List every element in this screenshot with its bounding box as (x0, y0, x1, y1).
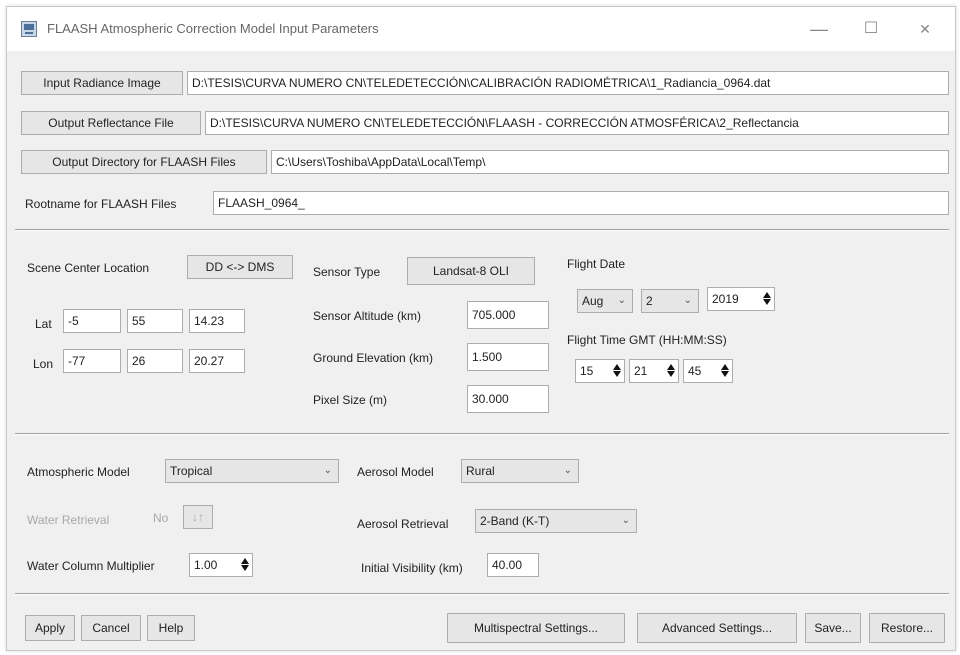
sensor-altitude-field[interactable]: 705.000 (467, 301, 549, 329)
app-icon (21, 21, 37, 37)
title-bar[interactable]: FLAASH Atmospheric Correction Model Inpu… (7, 7, 955, 51)
output-reflectance-field[interactable]: D:\TESIS\CURVA NUMERO CN\TELEDETECCIÓN\F… (205, 111, 949, 135)
ground-elevation-field[interactable]: 1.500 (467, 343, 549, 371)
sensor-type-button[interactable]: Landsat-8 OLI (407, 257, 535, 285)
restore-button[interactable]: Restore... (869, 613, 945, 643)
rootname-field[interactable]: FLAASH_0964_ (213, 191, 949, 215)
flight-month-value: Aug (582, 294, 604, 308)
lon-seconds[interactable]: 20.27 (189, 349, 245, 373)
aerosol-retrieval-label: Aerosol Retrieval (357, 517, 449, 531)
flight-second-spinner[interactable]: 45 (683, 359, 733, 383)
flight-hour-value: 15 (580, 364, 594, 378)
lat-label: Lat (35, 317, 52, 331)
multispectral-settings-button[interactable]: Multispectral Settings... (447, 613, 625, 643)
flight-day-value: 2 (646, 294, 653, 308)
flight-day-select[interactable]: 2 ⌄ (641, 289, 699, 313)
divider-1 (15, 229, 949, 231)
spinner-arrows-icon[interactable] (720, 363, 729, 379)
help-button[interactable]: Help (147, 615, 195, 641)
chevron-down-icon: ⌄ (617, 295, 626, 306)
rootname-label: Rootname for FLAASH Files (25, 197, 177, 211)
window-title: FLAASH Atmospheric Correction Model Inpu… (47, 21, 379, 36)
pixel-size-field[interactable]: 30.000 (467, 385, 549, 413)
scene-center-label: Scene Center Location (27, 261, 150, 275)
flight-date-label: Flight Date (567, 257, 626, 271)
dd-dms-button[interactable]: DD <-> DMS (187, 255, 293, 279)
water-retrieval-value: No (153, 511, 169, 525)
water-column-label: Water Column Multiplier (27, 559, 155, 573)
divider-3 (15, 593, 949, 595)
flight-year-value: 2019 (712, 292, 739, 306)
output-reflectance-button[interactable]: Output Reflectance File (21, 111, 201, 135)
aerosol-model-value: Rural (466, 464, 495, 478)
ground-elevation-label: Ground Elevation (km) (313, 351, 434, 365)
lat-minutes[interactable]: 55 (127, 309, 183, 333)
output-directory-button[interactable]: Output Directory for FLAASH Files (21, 150, 267, 174)
atmospheric-model-select[interactable]: Tropical ⌄ (165, 459, 339, 483)
water-retrieval-toggle[interactable]: ↓↑ (183, 505, 213, 529)
flight-minute-value: 21 (634, 364, 648, 378)
apply-button[interactable]: Apply (25, 615, 75, 641)
divider-2 (15, 433, 949, 435)
lon-degrees[interactable]: -77 (63, 349, 121, 373)
lat-degrees[interactable]: -5 (63, 309, 121, 333)
lat-seconds[interactable]: 14.23 (189, 309, 245, 333)
initial-visibility-label: Initial Visibility (km) (361, 561, 463, 575)
flight-second-value: 45 (688, 364, 702, 378)
water-column-value: 1.00 (194, 558, 218, 572)
flight-time-label: Flight Time GMT (HH:MM:SS) (567, 333, 727, 347)
input-radiance-field[interactable]: D:\TESIS\CURVA NUMERO CN\TELEDETECCIÓN\C… (187, 71, 949, 95)
flight-hour-spinner[interactable]: 15 (575, 359, 625, 383)
spinner-arrows-icon[interactable] (240, 557, 249, 573)
advanced-settings-button[interactable]: Advanced Settings... (637, 613, 797, 643)
output-directory-field[interactable]: C:\Users\Toshiba\AppData\Local\Temp\ (271, 150, 949, 174)
chevron-down-icon: ⌄ (621, 515, 630, 526)
save-button[interactable]: Save... (805, 613, 861, 643)
spinner-arrows-icon[interactable] (666, 363, 675, 379)
flight-month-select[interactable]: Aug ⌄ (577, 289, 633, 313)
minimize-button[interactable]: — (797, 15, 841, 43)
initial-visibility-field[interactable]: 40.00 (487, 553, 539, 577)
flaash-dialog: FLAASH Atmospheric Correction Model Inpu… (6, 6, 956, 651)
flight-minute-spinner[interactable]: 21 (629, 359, 679, 383)
atmospheric-model-value: Tropical (170, 464, 213, 478)
input-radiance-button[interactable]: Input Radiance Image (21, 71, 183, 95)
close-button[interactable]: ✕ (903, 15, 947, 43)
flight-year-spinner[interactable]: 2019 (707, 287, 775, 311)
water-retrieval-label: Water Retrieval (27, 513, 110, 527)
spinner-arrows-icon[interactable] (612, 363, 621, 379)
sensor-altitude-label: Sensor Altitude (km) (313, 309, 422, 323)
aerosol-model-label: Aerosol Model (357, 465, 434, 479)
aerosol-retrieval-value: 2-Band (K-T) (480, 514, 550, 528)
aerosol-model-select[interactable]: Rural ⌄ (461, 459, 579, 483)
lon-label: Lon (33, 357, 54, 371)
pixel-size-label: Pixel Size (m) (313, 393, 388, 407)
aerosol-retrieval-select[interactable]: 2-Band (K-T) ⌄ (475, 509, 637, 533)
lon-minutes[interactable]: 26 (127, 349, 183, 373)
sensor-type-label: Sensor Type (313, 265, 381, 279)
chevron-down-icon: ⌄ (683, 295, 692, 306)
chevron-down-icon: ⌄ (323, 465, 332, 476)
water-column-spinner[interactable]: 1.00 (189, 553, 253, 577)
cancel-button[interactable]: Cancel (81, 615, 141, 641)
chevron-down-icon: ⌄ (563, 465, 572, 476)
spinner-arrows-icon[interactable] (762, 291, 771, 307)
maximize-button[interactable]: ☐ (849, 15, 893, 43)
atmospheric-model-label: Atmospheric Model (27, 465, 130, 479)
